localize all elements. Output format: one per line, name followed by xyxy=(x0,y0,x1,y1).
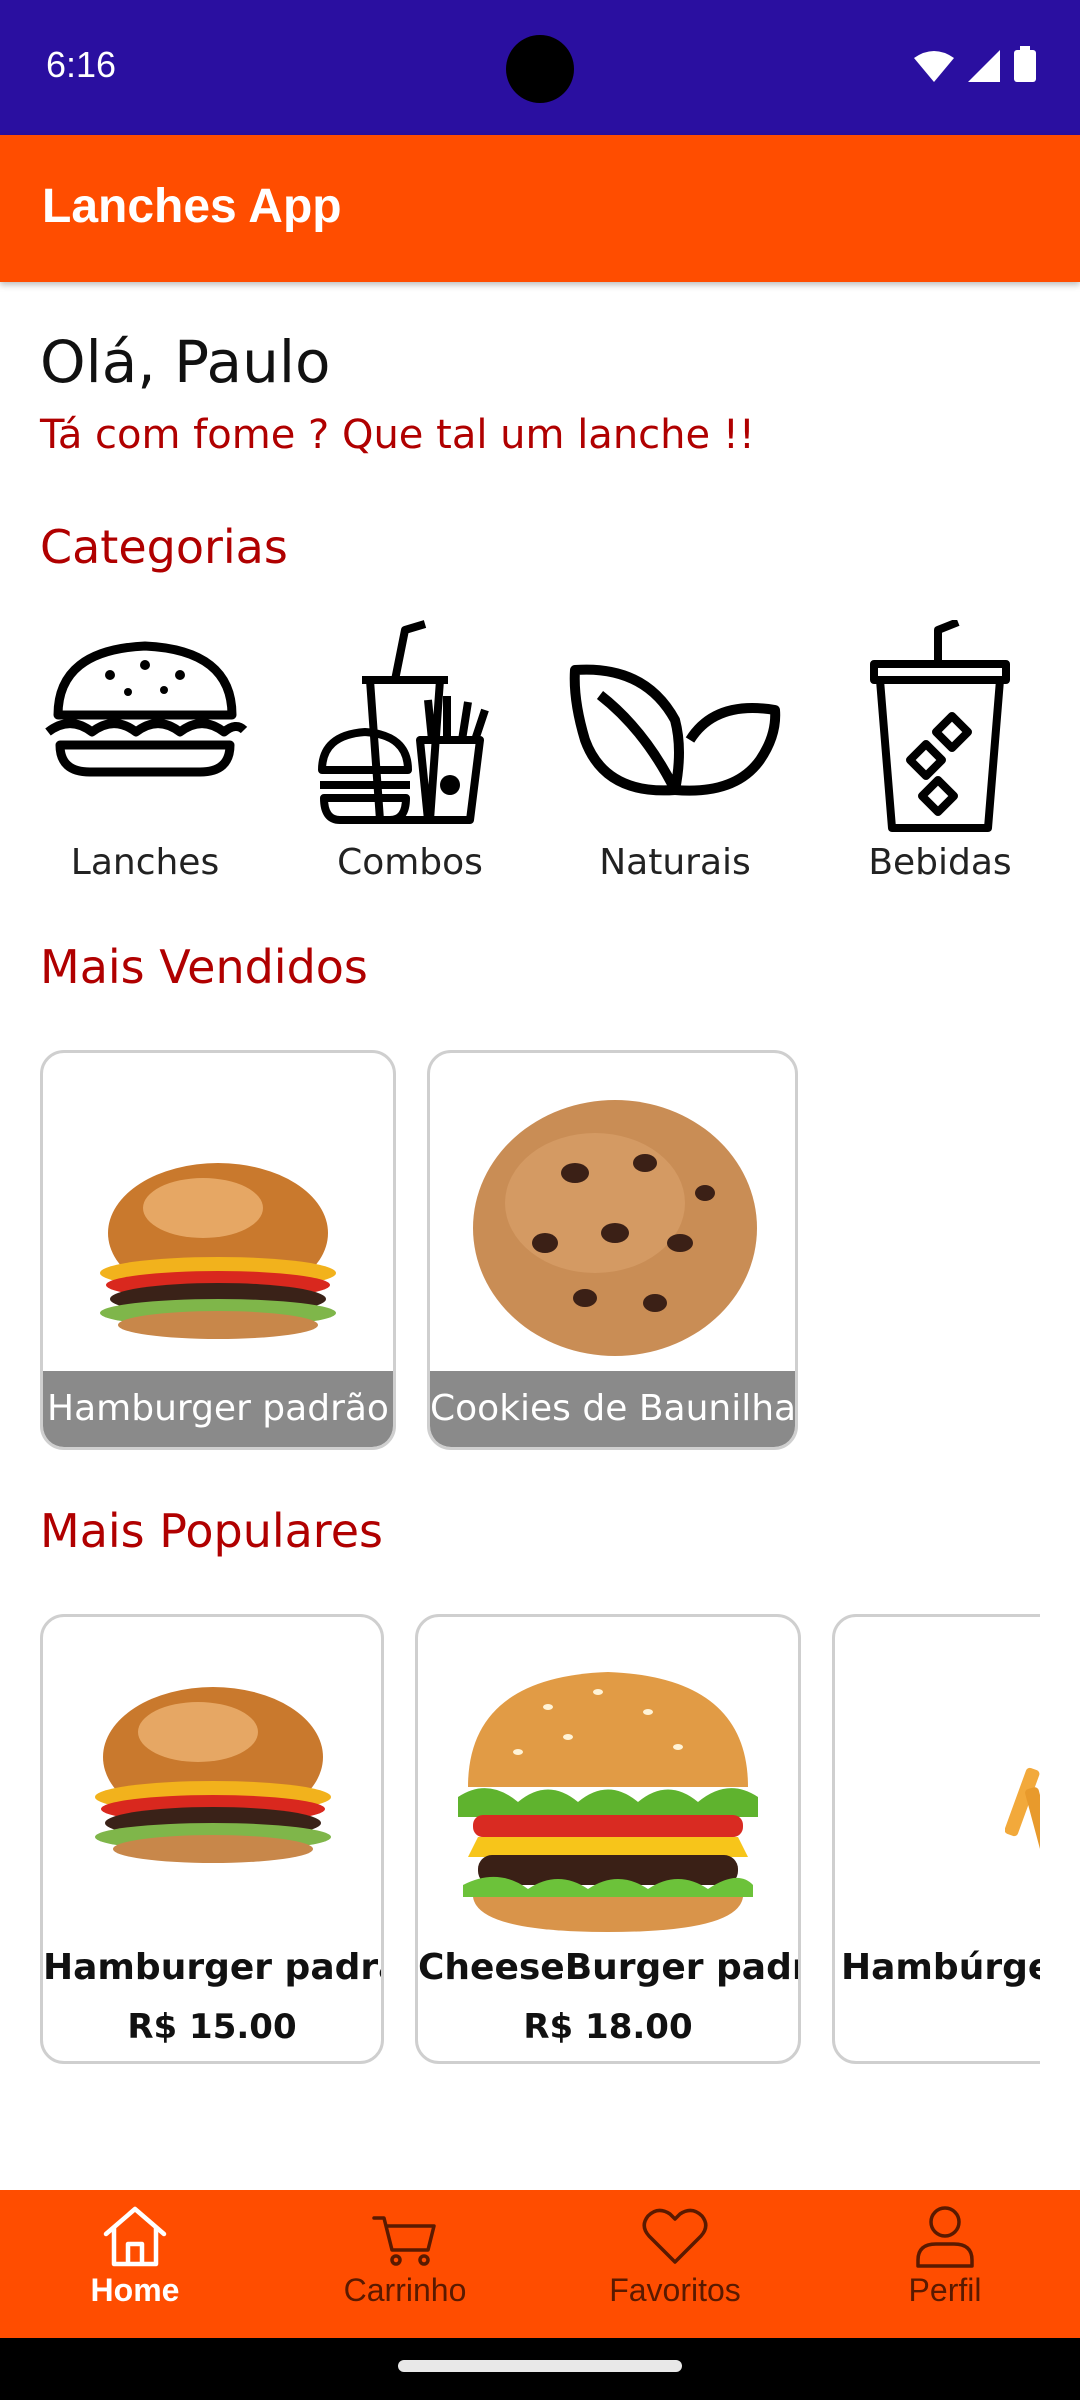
nav-cart[interactable]: Carrinho xyxy=(270,2190,540,2338)
category-bebidas[interactable]: Bebidas xyxy=(825,620,1055,890)
status-bar: 6:16 xyxy=(0,0,1080,135)
hamburger-image xyxy=(100,1163,336,1339)
product-price: R$ 15.00 xyxy=(127,2007,297,2047)
category-lanches[interactable]: Lanches xyxy=(30,620,260,890)
combo-meal-icon xyxy=(318,620,489,824)
popular-title: Mais Populares xyxy=(40,1504,383,1558)
cheeseburger-image xyxy=(458,1672,758,1932)
category-label: Combos xyxy=(337,842,483,883)
home-icon xyxy=(103,2206,167,2267)
best-seller-card[interactable]: Hamburger padrão xyxy=(40,1050,396,1450)
heart-icon xyxy=(642,2208,708,2264)
popular-card[interactable]: Hamburger padrão R$ 15.00 xyxy=(40,1614,384,2064)
card-caption: Hamburger padrão xyxy=(43,1371,393,1447)
category-combos[interactable]: Combos xyxy=(295,620,525,890)
cookie-image xyxy=(473,1100,757,1356)
leaf-icon xyxy=(569,664,781,796)
hamburger-image xyxy=(95,1687,331,1863)
subtitle: Tá com fome ? Que tal um lanche !! xyxy=(40,412,755,458)
burger-icon xyxy=(45,641,248,777)
product-name: Hamburger padrão xyxy=(43,1947,381,1988)
category-label: Bebidas xyxy=(868,842,1012,883)
burger-fries-image xyxy=(1005,1767,1040,1857)
card-caption: Cookies de Baunilha xyxy=(430,1371,795,1447)
category-list: Lanches Combos Naturais Bebidas xyxy=(0,620,1080,890)
nav-favorites[interactable]: Favoritos xyxy=(540,2190,810,2338)
category-label: Naturais xyxy=(599,842,751,883)
nav-profile[interactable]: Perfil xyxy=(810,2190,1080,2338)
system-gesture-bar xyxy=(0,2338,1080,2400)
best-sellers-title: Mais Vendidos xyxy=(40,940,368,994)
popular-list[interactable]: Hamburger padrão R$ 15.00 CheeseBurger p… xyxy=(0,1600,1040,2070)
wifi-icon xyxy=(914,51,954,82)
product-price: R$ 18.00 xyxy=(523,2007,693,2047)
greeting: Olá, Paulo xyxy=(40,328,331,396)
nav-label: Favoritos xyxy=(609,2272,741,2308)
front-camera xyxy=(506,35,574,103)
category-label: Lanches xyxy=(70,842,220,883)
nav-label: Perfil xyxy=(908,2272,982,2308)
drink-cup-icon xyxy=(870,620,1010,832)
cart-icon xyxy=(372,2216,436,2266)
bottom-nav: Home Carrinho Favoritos Perfil xyxy=(0,2190,1080,2338)
product-name: Hambúrger, xyxy=(841,1947,1040,1988)
signal-icon xyxy=(968,50,1000,82)
best-seller-card[interactable]: Cookies de Baunilha xyxy=(427,1050,798,1450)
popular-card[interactable]: Hambúrger, xyxy=(832,1614,1040,2064)
categories-title: Categorias xyxy=(40,520,288,574)
home-gesture-handle[interactable] xyxy=(398,2360,682,2372)
nav-label: Carrinho xyxy=(343,2272,467,2308)
status-time: 6:16 xyxy=(46,44,117,85)
nav-home[interactable]: Home xyxy=(0,2190,270,2338)
category-naturais[interactable]: Naturais xyxy=(560,620,790,890)
status-icons xyxy=(914,46,1036,82)
battery-icon xyxy=(1014,46,1036,82)
app-title: Lanches App xyxy=(42,180,342,233)
popular-card[interactable]: CheeseBurger padrão R$ 18.00 xyxy=(415,1614,801,2064)
app-bar: Lanches App xyxy=(0,135,1080,282)
person-icon xyxy=(916,2206,974,2268)
nav-label: Home xyxy=(90,2272,180,2308)
product-name: CheeseBurger padrão xyxy=(418,1947,798,1988)
